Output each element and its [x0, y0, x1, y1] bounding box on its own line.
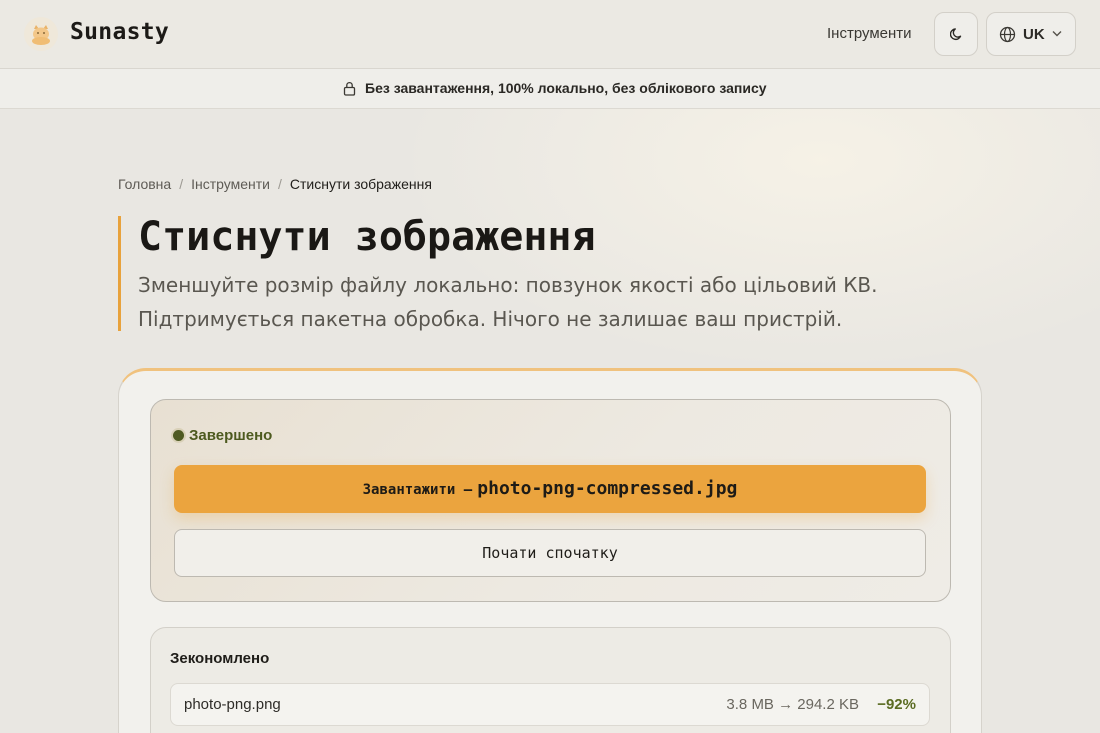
- cat-logo-icon[interactable]: [24, 17, 58, 51]
- chevron-down-icon: [1052, 31, 1062, 37]
- privacy-banner: Без завантаження, 100% локально, без обл…: [0, 69, 1100, 109]
- breadcrumb-tools[interactable]: Інструменти: [191, 176, 270, 192]
- download-label: Завантажити —: [362, 482, 473, 498]
- file-size-change: 3.8 MB → 294.2 KB: [726, 696, 859, 713]
- theme-toggle-button[interactable]: [934, 12, 978, 56]
- breadcrumb: Головна / Інструменти / Стиснути зображення: [118, 176, 432, 192]
- language-label: UK: [1023, 26, 1045, 43]
- status-dot-icon: [173, 430, 184, 441]
- savings-percent: −92%: [877, 696, 916, 713]
- breadcrumb-separator: /: [179, 176, 184, 192]
- page-description: Зменшуйте розмір файлу локально: повзуно…: [138, 273, 878, 331]
- savings-title: Зекономлено: [170, 650, 270, 667]
- privacy-text: Без завантаження, 100% локально, без обл…: [365, 80, 767, 96]
- globe-icon: [999, 26, 1016, 43]
- breadcrumb-separator: /: [277, 176, 282, 192]
- language-selector[interactable]: UK: [986, 12, 1076, 56]
- list-item: photo-png.png 3.8 MB → 294.2 KB −92%: [170, 683, 930, 726]
- status-label: Завершено: [189, 427, 273, 444]
- lock-icon: [343, 82, 356, 96]
- download-button[interactable]: Завантажити — photo-png-compressed.jpg: [174, 465, 926, 513]
- nav-link-tools[interactable]: Інструменти: [827, 25, 912, 42]
- breadcrumb-current: Стиснути зображення: [289, 176, 432, 192]
- restart-button[interactable]: Почати спочатку: [174, 529, 926, 577]
- download-filename: photo-png-compressed.jpg: [477, 478, 738, 499]
- moon-icon: [950, 28, 962, 41]
- page-title: Стиснути зображення: [138, 214, 596, 260]
- breadcrumb-home[interactable]: Головна: [118, 176, 171, 192]
- file-name: photo-png.png: [184, 696, 281, 713]
- brand-name[interactable]: Sunasty: [70, 19, 169, 45]
- top-header: Sunasty Інструменти UK: [0, 0, 1100, 69]
- title-section: Стиснути зображення Зменшуйте розмір фай…: [118, 214, 978, 331]
